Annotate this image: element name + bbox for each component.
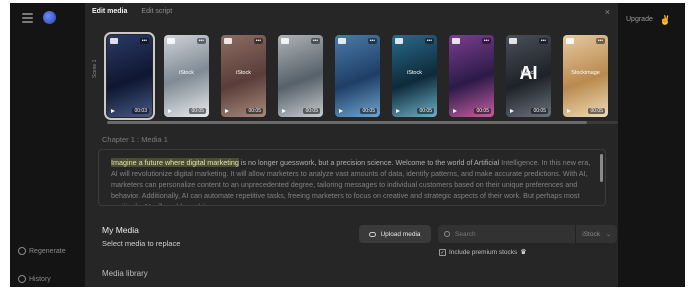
history-link[interactable]: History — [18, 275, 51, 283]
clock-icon — [18, 275, 26, 283]
thumbnail-duration: 00:05 — [474, 108, 491, 114]
thumbnail-duration: 00:05 — [189, 108, 206, 114]
media-thumbnail[interactable]: ••• 00:05 — [449, 35, 494, 117]
media-thumbnail[interactable]: ••• 00:05 — [335, 35, 380, 117]
upload-media-label: Upload media — [380, 230, 421, 238]
video-camera-icon — [395, 38, 403, 44]
thumbnail-duration: 00:05 — [531, 108, 548, 114]
chapter-label: Chapter 1 : Media 1 — [102, 135, 168, 144]
script-text: Imagine a future where digital marketing… — [111, 157, 595, 205]
video-camera-icon — [566, 38, 574, 44]
history-label: History — [29, 275, 51, 283]
regenerate-link[interactable]: Regenerate — [18, 247, 66, 255]
thumbnail-duration: 00:05 — [246, 108, 263, 114]
media-thumbnail-strip: ••• 00:03 ••• iStock 00:05 ••• iStock 00:05 ••• 0… — [104, 32, 608, 120]
stock-source-select[interactable]: iStock — [576, 231, 606, 238]
more-options-icon[interactable]: ••• — [424, 38, 434, 44]
app-logo-icon — [43, 11, 56, 24]
media-search-bar: iStock ⌄ — [438, 225, 617, 243]
video-camera-icon — [281, 38, 289, 44]
play-icon[interactable] — [567, 109, 571, 113]
play-icon[interactable] — [396, 109, 400, 113]
thumbnail-watermark: iStock — [407, 70, 422, 76]
app-frame: Regenerate History Edit media Edit scrip… — [10, 3, 685, 287]
video-camera-icon — [224, 38, 232, 44]
play-icon[interactable] — [168, 109, 172, 113]
play-icon[interactable] — [111, 109, 115, 113]
more-options-icon[interactable]: ••• — [139, 38, 149, 44]
thumbnail-duration: 00:03 — [132, 108, 149, 114]
chevron-down-icon[interactable]: ⌄ — [606, 231, 611, 238]
select-media-hint: Select media to replace — [102, 239, 181, 248]
script-scrollbar[interactable] — [600, 154, 603, 182]
thumbnail-scrollbar[interactable] — [107, 121, 618, 124]
tab-edit-media[interactable]: Edit media — [92, 8, 127, 15]
left-sidebar: Regenerate History — [10, 3, 85, 287]
upgrade-link[interactable]: Upgrade — [626, 16, 653, 23]
right-sidebar: Upgrade ✌ — [618, 3, 685, 287]
media-thumbnail[interactable]: ••• iStock 00:05 — [221, 35, 266, 117]
more-options-icon[interactable]: ••• — [196, 38, 206, 44]
more-options-icon[interactable]: ••• — [481, 38, 491, 44]
search-input[interactable] — [455, 230, 565, 238]
play-icon[interactable] — [453, 109, 457, 113]
more-options-icon[interactable]: ••• — [595, 38, 605, 44]
scene-label: Scene 1 — [92, 59, 98, 79]
thumbnail-watermark: iStock — [179, 70, 194, 76]
play-icon[interactable] — [225, 109, 229, 113]
script-lead: is no longer guesswork, but a precision … — [238, 158, 500, 167]
cloud-upload-icon — [369, 231, 377, 237]
premium-checkbox[interactable]: ✓ — [439, 248, 446, 256]
crown-icon: ♛ — [520, 249, 527, 256]
thumbnail-duration: 00:05 — [417, 108, 434, 114]
my-media-heading: My Media — [102, 225, 139, 235]
thumbnail-duration: 00:05 — [360, 108, 377, 114]
thumbnail-duration: 00:05 — [588, 108, 605, 114]
thumbnail-watermark: Stockimage — [571, 70, 600, 76]
play-icon[interactable] — [339, 109, 343, 113]
media-thumbnail[interactable]: ••• 00:05 — [278, 35, 323, 117]
edit-media-modal: Edit media Edit script × Scene 1 ••• 00:0… — [85, 3, 618, 287]
media-thumbnail[interactable]: ••• iStock 00:05 — [392, 35, 437, 117]
refresh-icon — [18, 247, 26, 255]
play-icon[interactable] — [282, 109, 286, 113]
close-icon[interactable]: × — [605, 7, 610, 17]
user-avatar-icon[interactable]: ✌ — [660, 15, 671, 26]
modal-tabs: Edit media Edit script — [92, 8, 172, 15]
thumbnail-watermark: iStock — [236, 70, 251, 76]
media-thumbnail[interactable]: ••• 00:03 — [104, 32, 155, 120]
more-options-icon[interactable]: ••• — [310, 38, 320, 44]
media-library-heading: Media library — [102, 269, 148, 278]
search-icon — [444, 231, 450, 237]
more-options-icon[interactable]: ••• — [253, 38, 263, 44]
video-camera-icon — [110, 38, 118, 44]
video-camera-icon — [167, 38, 175, 44]
upload-media-button[interactable]: Upload media — [359, 225, 431, 243]
media-thumbnail[interactable]: ••• iStock AI 00:05 — [506, 35, 551, 117]
script-text-area[interactable]: Imagine a future where digital marketing… — [98, 149, 606, 206]
media-thumbnail[interactable]: ••• iStock 00:05 — [164, 35, 209, 117]
scrollbar-thumb[interactable] — [107, 121, 587, 124]
hamburger-menu-icon[interactable] — [22, 13, 33, 23]
play-icon[interactable] — [510, 109, 514, 113]
video-camera-icon — [338, 38, 346, 44]
video-camera-icon — [509, 38, 517, 44]
thumbnail-overlay-text: AI — [519, 63, 538, 83]
regenerate-label: Regenerate — [29, 247, 66, 255]
more-options-icon[interactable]: ••• — [538, 38, 548, 44]
script-highlight: Imagine a future where digital marketing — [111, 158, 239, 167]
video-camera-icon — [452, 38, 460, 44]
premium-label: Include premium stocks — [449, 248, 518, 256]
include-premium-option[interactable]: ✓ Include premium stocks ♛ — [439, 248, 527, 256]
tab-edit-script[interactable]: Edit script — [141, 8, 172, 15]
media-thumbnail[interactable]: ••• Stockimage 00:05 — [563, 35, 608, 117]
more-options-icon[interactable]: ••• — [367, 38, 377, 44]
thumbnail-duration: 00:05 — [303, 108, 320, 114]
